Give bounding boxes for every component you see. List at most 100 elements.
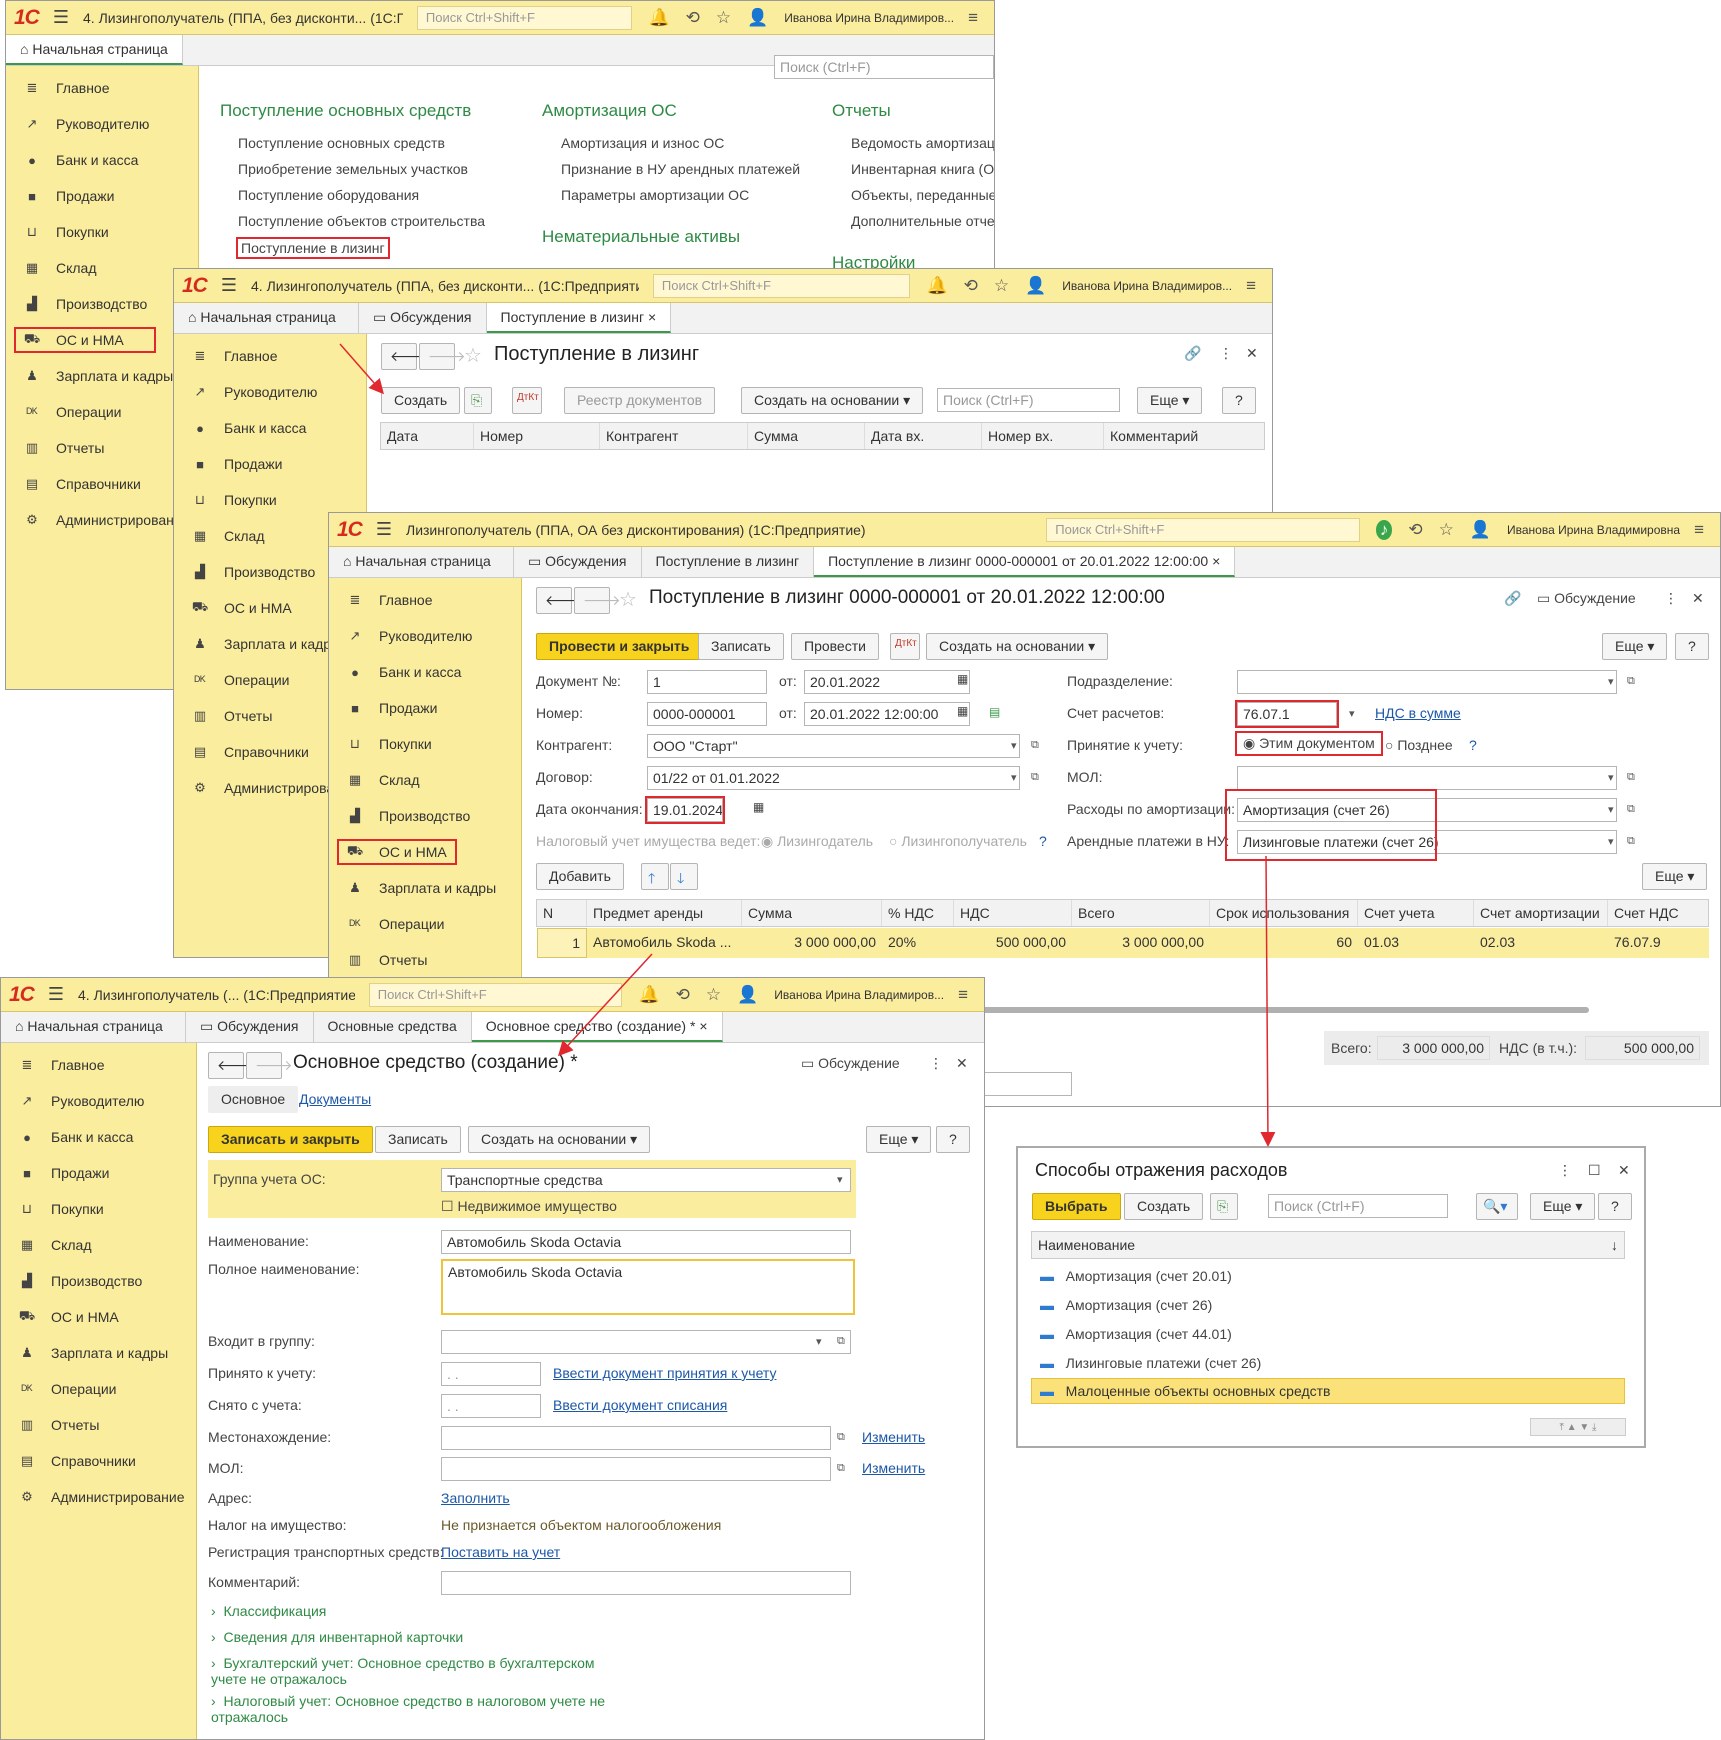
chevron-down-icon[interactable]: ▾ xyxy=(837,1173,843,1186)
col-account[interactable]: Счет учета xyxy=(1358,900,1474,926)
sidebar-item-purchases[interactable]: ⊔ Покупки xyxy=(1,1191,196,1227)
open-icon[interactable]: ⧉ xyxy=(837,1431,845,1444)
history-icon[interactable]: ⟲ xyxy=(686,8,700,28)
more-vert-icon[interactable]: ⋮ xyxy=(1664,590,1678,607)
global-search[interactable]: Поиск Ctrl+Shift+F xyxy=(652,273,911,298)
sidebar-item-manager[interactable]: ↗ Руководителю xyxy=(6,106,198,142)
create-based-button[interactable]: Создать на основании ▾ xyxy=(468,1126,651,1153)
col-vat[interactable]: НДС xyxy=(954,900,1072,926)
radio-lessor[interactable]: ◉ Лизингодатель xyxy=(761,833,873,850)
sidebar-item-bank[interactable]: ● Банк и касса xyxy=(1,1119,196,1155)
forward-button[interactable]: 🡒 xyxy=(574,587,621,614)
sidebar-item-warehouse[interactable]: ▦ Склад xyxy=(6,250,198,286)
bell-icon[interactable]: ♪ xyxy=(1375,519,1393,540)
star-icon[interactable]: ☆ xyxy=(1439,520,1454,540)
tab-discussions[interactable]: ▭ Обсуждения xyxy=(359,303,487,333)
sidebar-item-bank[interactable]: ● Банк и касса xyxy=(329,654,521,690)
copy-icon[interactable]: ⎘ xyxy=(464,387,492,414)
sidebar-item-production[interactable]: ▟ Производство xyxy=(329,798,521,834)
open-icon[interactable]: ⧉ xyxy=(837,1335,845,1348)
col-term[interactable]: Срок использования xyxy=(1210,900,1358,926)
tab-discussions[interactable]: ▭ Обсуждения xyxy=(186,1012,314,1042)
sidebar-item-assets[interactable]: ⛟ ОС и НМА xyxy=(1,1299,196,1335)
settings-menu-icon[interactable]: ≡ xyxy=(1694,520,1704,540)
back-button[interactable]: 🡐 xyxy=(536,587,583,614)
more-button[interactable]: Еще ▾ xyxy=(1642,863,1708,890)
calendar-icon[interactable]: ▦ xyxy=(957,672,968,686)
chevron-down-icon[interactable]: ▾ xyxy=(1608,803,1614,816)
help-icon[interactable]: ? xyxy=(1469,737,1477,753)
bell-icon[interactable]: 🔔 xyxy=(926,276,947,296)
create-based-button[interactable]: Создать на основании ▾ xyxy=(741,387,924,414)
bell-icon[interactable]: 🔔 xyxy=(648,8,669,28)
link-amort-params[interactable]: Параметры амортизации ОС xyxy=(561,187,749,203)
sidebar-item-manager[interactable]: ↗ Руководителю xyxy=(329,618,521,654)
save-button[interactable]: Записать xyxy=(375,1126,461,1153)
link-report-2[interactable]: Инвентарная книга (ОС-6б) xyxy=(851,161,994,177)
maximize-icon[interactable]: ☐ xyxy=(1588,1162,1601,1179)
section-inventory[interactable]: › Сведения для инвентарной карточки xyxy=(211,1629,463,1645)
end-date-input[interactable]: 19.01.2024 xyxy=(645,796,725,824)
fill-link[interactable]: Заполнить xyxy=(441,1490,510,1506)
sidebar-item-warehouse[interactable]: ▦ Склад xyxy=(329,762,521,798)
chevron-down-icon[interactable]: ▾ xyxy=(1349,707,1355,720)
close-icon[interactable]: × xyxy=(1212,553,1220,569)
removed-link[interactable]: Ввести документ списания xyxy=(553,1397,727,1413)
link-report-3[interactable]: Объекты, переданные в аренду xyxy=(851,187,994,203)
save-button[interactable]: Записать xyxy=(698,633,784,660)
col-date[interactable]: Дата xyxy=(381,423,474,449)
global-search[interactable]: Поиск Ctrl+Shift+F xyxy=(416,5,633,30)
accepted-link[interactable]: Ввести документ принятия к учету xyxy=(553,1365,776,1381)
menu-icon[interactable]: ☰ xyxy=(48,984,64,1005)
removed-date[interactable]: . . xyxy=(441,1394,541,1418)
col-in-number[interactable]: Номер вх. xyxy=(982,423,1104,449)
chevron-down-icon[interactable]: ▾ xyxy=(1608,675,1614,688)
tab-leasing-doc[interactable]: Поступление в лизинг 0000-000001 от 20.0… xyxy=(814,547,1236,577)
more-button[interactable]: Еще ▾ xyxy=(866,1126,932,1153)
link-receipt-os[interactable]: Поступление основных средств xyxy=(238,135,445,151)
col-name[interactable]: Наименование ↓ xyxy=(1032,1232,1624,1258)
dialog-search[interactable]: Поиск (Ctrl+F) xyxy=(1268,1194,1448,1218)
section-classification[interactable]: › Классификация xyxy=(211,1603,326,1619)
sidebar-item-main[interactable]: ≣ Главное xyxy=(1,1047,196,1083)
location-input[interactable] xyxy=(441,1426,831,1450)
sidebar-item-operations[interactable]: ᴰᴷ Операции xyxy=(329,906,521,942)
discussion-button[interactable]: ▭ Обсуждение xyxy=(1537,590,1636,607)
forward-button[interactable]: 🡒 xyxy=(419,343,466,370)
mol-change-link[interactable]: Изменить xyxy=(862,1460,925,1476)
move-up-button[interactable]: 🡑 xyxy=(641,863,669,890)
radio-lessee[interactable]: ○ Лизингополучатель xyxy=(889,833,1027,849)
sidebar-item-admin[interactable]: ⚙ Администрирование xyxy=(6,502,198,538)
section-tax[interactable]: › Налоговый учет: Основное средство в на… xyxy=(211,1693,631,1725)
settings-menu-icon[interactable]: ≡ xyxy=(958,985,968,1005)
col-n[interactable]: N xyxy=(537,900,587,926)
chevron-down-icon[interactable]: ▾ xyxy=(816,1335,822,1348)
help-button[interactable]: ? xyxy=(936,1126,970,1153)
sidebar-item-purchases[interactable]: ⊔ Покупки xyxy=(6,214,198,250)
global-search[interactable]: Поиск Ctrl+Shift+F xyxy=(368,982,623,1007)
link-leasing[interactable]: Поступление в лизинг xyxy=(236,237,390,259)
horizontal-scrollbar[interactable] xyxy=(889,1007,1589,1013)
section-search[interactable]: Поиск (Ctrl+F) xyxy=(774,55,994,79)
sidebar-item-payroll[interactable]: ♟ Зарплата и кадры xyxy=(1,1335,196,1371)
sidebar-item-operations[interactable]: ᴰᴷ Операции xyxy=(1,1371,196,1407)
col-total[interactable]: Всего xyxy=(1072,900,1210,926)
close-icon[interactable]: ✕ xyxy=(1618,1162,1630,1179)
open-icon[interactable]: ⧉ xyxy=(1627,803,1635,816)
help-icon[interactable]: ? xyxy=(1039,833,1047,849)
tab-leasing[interactable]: Поступление в лизинг xyxy=(642,547,815,577)
col-vat-rate[interactable]: % НДС xyxy=(882,900,954,926)
link-equipment[interactable]: Поступление оборудования xyxy=(238,187,419,203)
star-icon[interactable]: ☆ xyxy=(994,276,1009,296)
help-button[interactable]: ? xyxy=(1598,1193,1632,1220)
dt-kt-button[interactable]: ДтКт xyxy=(512,387,542,414)
mol-input[interactable] xyxy=(1237,766,1617,790)
sidebar-item-sales[interactable]: ■ Продажи xyxy=(174,446,366,482)
open-icon[interactable]: ⧉ xyxy=(837,1462,845,1475)
help-button[interactable]: ? xyxy=(1222,387,1256,414)
menu-icon[interactable]: ☰ xyxy=(221,275,237,296)
sidebar-item-payroll[interactable]: ♟ Зарплата и кадры xyxy=(329,870,521,906)
account-input[interactable]: 76.07.1 xyxy=(1235,700,1339,728)
list-item[interactable]: ▬ Амортизация (счет 20.01) xyxy=(1040,1268,1232,1284)
open-icon[interactable]: ⧉ xyxy=(1627,771,1635,784)
